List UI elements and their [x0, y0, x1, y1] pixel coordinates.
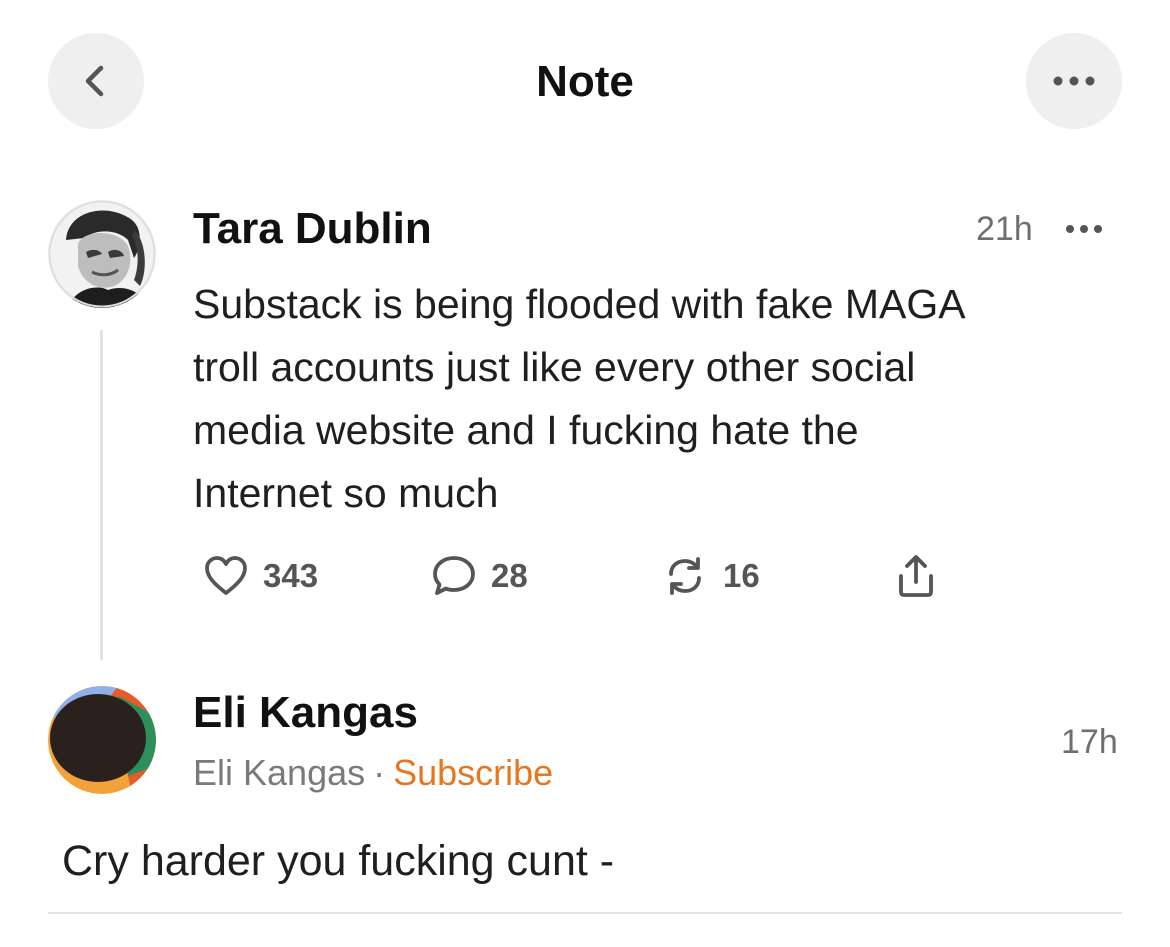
note-author-name[interactable]: Tara Dublin — [193, 202, 432, 256]
page-title: Note — [536, 57, 634, 106]
restack-count: 16 — [723, 557, 760, 594]
restack-arrows-icon — [669, 557, 701, 595]
author-avatar[interactable] — [48, 200, 156, 308]
subscribe-link[interactable]: Subscribe — [393, 752, 553, 793]
byline-separator: · — [373, 752, 386, 793]
reply-byline: Eli Kangas · Subscribe — [193, 751, 553, 795]
publication-name[interactable]: Eli Kangas — [193, 752, 365, 793]
note-timestamp: 21h — [976, 210, 1033, 248]
reply-author-avatar[interactable] — [48, 686, 156, 794]
comment-button[interactable]: 28 — [431, 548, 528, 604]
note-body: Substack is being flooded with fake MAGA… — [193, 273, 1143, 525]
share-button[interactable] — [893, 548, 939, 604]
note-body-line: troll accounts just like every other soc… — [193, 344, 916, 390]
note-body-line: media website and I fucking hate the — [193, 407, 859, 453]
like-count: 343 — [263, 557, 319, 594]
reply-author-name[interactable]: Eli Kangas — [193, 686, 418, 740]
ellipsis-icon — [1066, 225, 1102, 233]
thread-line — [100, 330, 103, 660]
more-options-button[interactable] — [1026, 33, 1122, 129]
share-icon — [899, 555, 933, 597]
profile-photo — [48, 200, 156, 308]
like-button[interactable]: 343 — [203, 548, 318, 604]
divider — [48, 912, 1122, 914]
note-body-line: Substack is being flooded with fake MAGA — [193, 281, 966, 327]
heart-icon — [205, 556, 247, 595]
reply-timestamp: 17h — [1061, 723, 1118, 761]
note-body-line: Internet so much — [193, 470, 499, 516]
ellipsis-icon — [1053, 76, 1095, 86]
comment-bubble-icon — [433, 556, 475, 595]
restack-button[interactable]: 16 — [661, 548, 760, 604]
note-more-options-button[interactable] — [1062, 217, 1110, 241]
comment-count: 28 — [491, 557, 528, 594]
reply-body: Cry harder you fucking cunt - — [62, 837, 615, 885]
profile-photo — [48, 686, 156, 794]
